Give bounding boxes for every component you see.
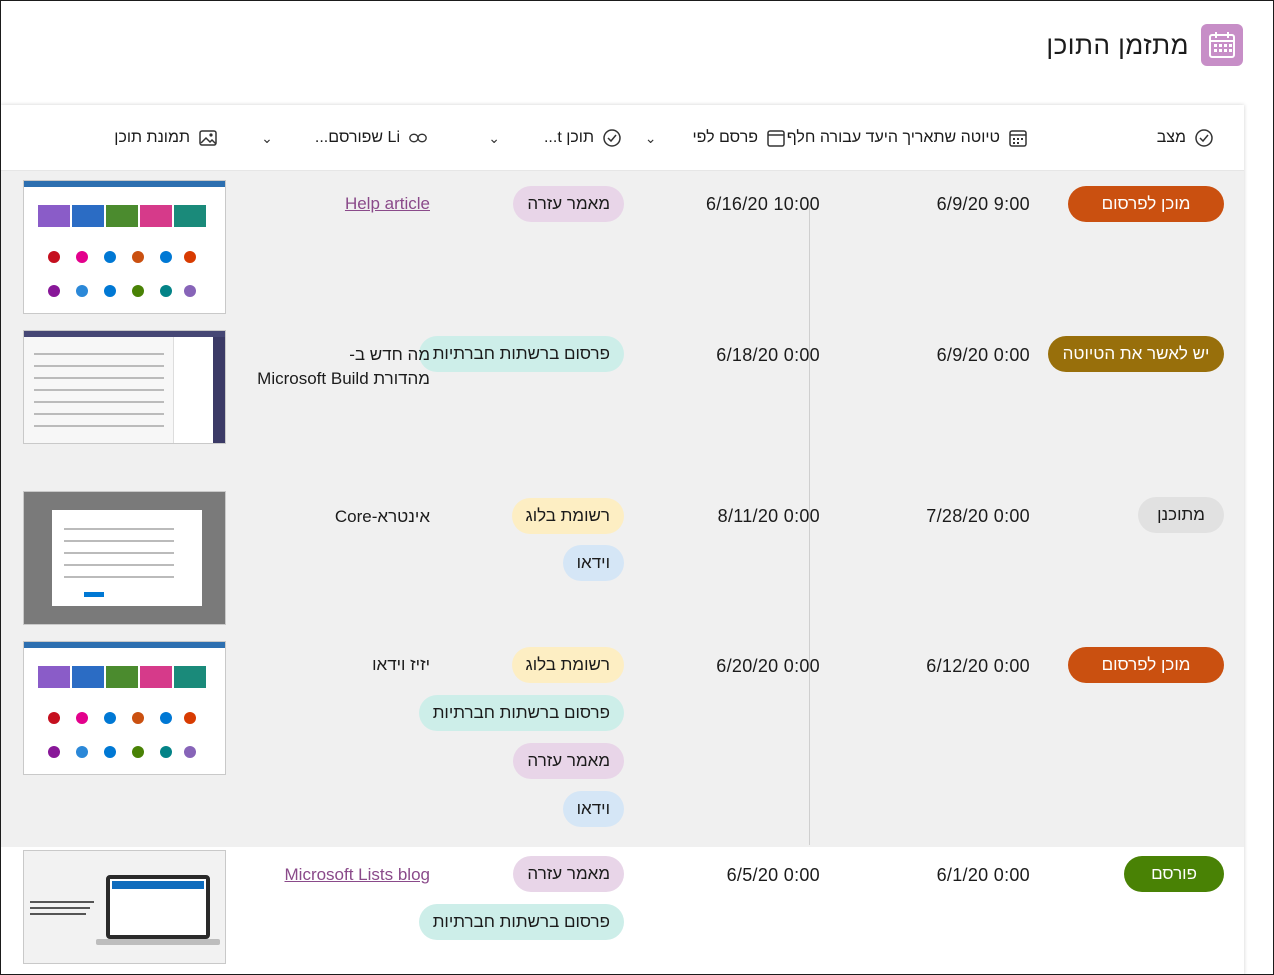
- calendar-icon: [1201, 24, 1243, 66]
- content-type-tag: מאמר עזרה: [513, 743, 624, 779]
- app-window: מתזמן התוכן מצב טיוטה שתאריך היעד עבורה …: [0, 0, 1274, 975]
- column-header-row: מצב טיוטה שתאריך היעד עבורה חלף פרסם לפי…: [1, 105, 1244, 171]
- title-text: מהדורת Microsoft Build: [257, 369, 430, 388]
- column-header-link[interactable]: Li שפורסם... ⌄: [261, 123, 428, 153]
- content-thumbnail[interactable]: [23, 850, 226, 964]
- content-thumbnail[interactable]: [23, 330, 226, 444]
- column-header-label: תמונת תוכן: [114, 129, 190, 146]
- app-header: מתזמן התוכן: [1046, 23, 1243, 67]
- content-thumbnail[interactable]: [23, 491, 226, 625]
- column-header-image[interactable]: תמונת תוכן: [114, 123, 218, 153]
- status-circle-icon: [602, 128, 622, 148]
- column-header-status[interactable]: מצב: [1157, 123, 1214, 153]
- content-list: מצב טיוטה שתאריך היעד עבורה חלף פרסם לפי…: [1, 105, 1244, 974]
- status-badge[interactable]: מוכן לפרסום: [1068, 186, 1224, 222]
- column-header-label: תוכן t...: [543, 129, 594, 146]
- chevron-down-icon[interactable]: ⌄: [645, 130, 657, 147]
- calendar-icon: [766, 128, 786, 148]
- chevron-down-icon[interactable]: ⌄: [488, 130, 500, 147]
- draft-due-date: 6/9/20 9:00: [936, 194, 1030, 214]
- column-header-content-type[interactable]: תוכן t... ⌄: [488, 123, 622, 153]
- status-circle-icon: [1194, 128, 1214, 148]
- content-type-tag: מאמר עזרה: [513, 856, 624, 892]
- content-thumbnail[interactable]: [23, 180, 226, 314]
- column-header-label: Li שפורסם...: [314, 129, 400, 146]
- column-header-publish-by[interactable]: פרסם לפי ⌄: [645, 123, 786, 153]
- page-title: מתזמן התוכן: [1046, 29, 1189, 60]
- content-type-tag: רשומת בלוג: [511, 647, 624, 683]
- publish-by-date: 6/16/20 10:00: [705, 194, 820, 214]
- draft-due-date: 6/9/20 0:00: [936, 345, 1030, 365]
- title-text: מה חדש ב-: [349, 345, 430, 364]
- link-icon: [408, 128, 428, 148]
- content-type-tag: וידאו: [562, 791, 624, 827]
- title-text: יזיז וידאו: [372, 655, 430, 674]
- content-type-tag: רשומת בלוג: [511, 498, 624, 534]
- chevron-down-icon[interactable]: ⌄: [261, 130, 273, 147]
- content-thumbnail[interactable]: [23, 641, 226, 775]
- calendar-icon: [1008, 128, 1028, 148]
- title-text: אינטרא-Core: [334, 507, 430, 526]
- title-link[interactable]: Help article: [345, 194, 430, 214]
- publish-by-date: 6/18/20 0:00: [716, 345, 820, 365]
- publish-by-date: 8/11/20 0:00: [717, 506, 820, 526]
- draft-due-date: 6/1/20 0:00: [936, 865, 1030, 885]
- content-type-tag: פרסום ברשתות חברתיות: [418, 336, 624, 372]
- column-header-label: טיוטה שתאריך היעד עבורה חלף: [786, 129, 1000, 146]
- draft-due-date: 7/28/20 0:00: [926, 506, 1030, 526]
- status-badge[interactable]: פורסם: [1124, 856, 1224, 892]
- status-badge[interactable]: מתוכנן: [1138, 497, 1224, 533]
- draft-due-date: 6/12/20 0:00: [926, 656, 1030, 676]
- column-header-label: מצב: [1156, 129, 1186, 146]
- content-type-tag: פרסום ברשתות חברתיות: [418, 904, 624, 940]
- publish-by-date: 6/5/20 0:00: [726, 865, 820, 885]
- status-badge[interactable]: יש לאשר את הטיוטה: [1048, 336, 1224, 372]
- content-type-tag: וידאו: [562, 545, 624, 581]
- status-badge[interactable]: מוכן לפרסום: [1068, 647, 1224, 683]
- content-type-tag: פרסום ברשתות חברתיות: [418, 695, 624, 731]
- column-header-draft-due[interactable]: טיוטה שתאריך היעד עבורה חלף: [787, 123, 1028, 153]
- column-header-label: פרסם לפי: [692, 129, 758, 146]
- image-icon: [198, 128, 218, 148]
- publish-by-date: 6/20/20 0:00: [716, 656, 820, 676]
- content-type-tag: מאמר עזרה: [513, 186, 624, 222]
- title-link[interactable]: Microsoft Lists blog: [285, 865, 431, 885]
